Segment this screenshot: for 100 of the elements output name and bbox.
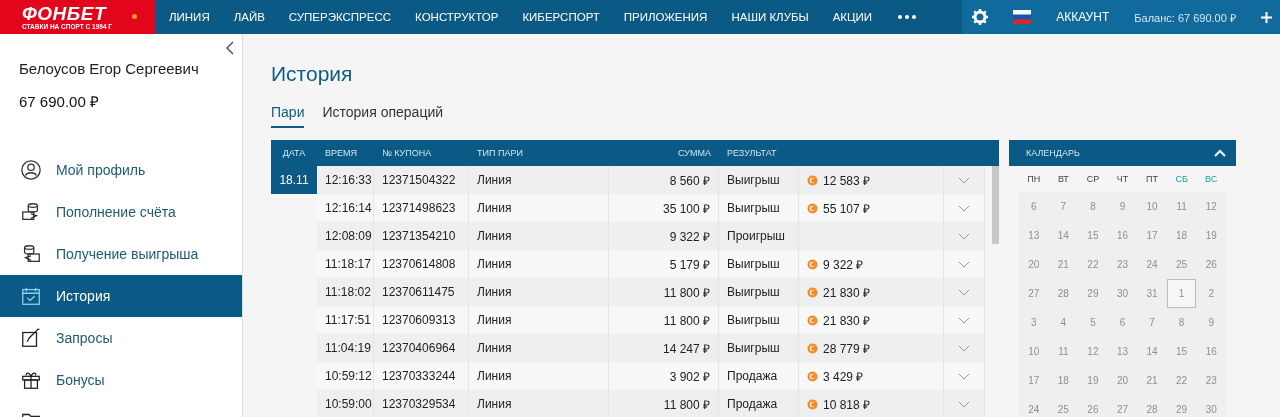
sidebar-item[interactable]: Запросы xyxy=(0,317,242,359)
chevron-down-icon[interactable] xyxy=(958,288,970,296)
nav-link[interactable]: ЛИНИЯ xyxy=(157,11,222,23)
calendar-day[interactable]: 11 xyxy=(1048,337,1079,366)
chevron-down-icon[interactable] xyxy=(958,400,970,408)
nav-link[interactable]: СУПЕРЭКСПРЕСС xyxy=(276,11,404,23)
sidebar-item[interactable]: Мой профиль xyxy=(0,149,242,191)
tab[interactable]: История операций xyxy=(322,104,444,128)
tab[interactable]: Пари xyxy=(271,104,305,128)
calendar-day[interactable]: 13 xyxy=(1019,221,1049,250)
calendar-day[interactable]: 27 xyxy=(1019,279,1049,308)
calendar-day[interactable]: 26 xyxy=(1196,250,1226,279)
calendar-check-icon xyxy=(20,285,42,307)
calendar-day[interactable]: 30 xyxy=(1107,279,1138,308)
nav-link[interactable]: НАШИ КЛУБЫ xyxy=(719,11,821,23)
calendar-day[interactable]: 23 xyxy=(1107,250,1138,279)
nav-link[interactable]: ПРИЛОЖЕНИЯ xyxy=(611,11,720,23)
calendar-day[interactable]: 7 xyxy=(1048,192,1079,221)
calendar-day[interactable]: 15 xyxy=(1078,221,1108,250)
calendar-day[interactable]: 6 xyxy=(1019,192,1049,221)
table-cell: Линия xyxy=(469,334,609,362)
calendar-day[interactable]: 12 xyxy=(1196,192,1226,221)
calendar-day[interactable]: 15 xyxy=(1166,337,1197,366)
calendar-day[interactable]: 2 xyxy=(1196,279,1226,308)
nav-link[interactable]: ЛАЙВ xyxy=(221,11,277,23)
table-cell: 11:18:02 xyxy=(317,278,374,306)
flag-icon[interactable] xyxy=(1013,10,1032,24)
calendar-day[interactable]: 18 xyxy=(1166,221,1197,250)
calendar-day[interactable]: 5 xyxy=(1078,308,1108,337)
calendar-day[interactable]: 14 xyxy=(1048,221,1079,250)
calendar-day[interactable]: 20 xyxy=(1107,366,1138,395)
sidebar-item[interactable]: Получение выигрыша xyxy=(0,233,242,275)
calendar-day[interactable]: 28 xyxy=(1048,279,1079,308)
calendar-day[interactable]: 10 xyxy=(1137,192,1167,221)
calendar-day[interactable]: 8 xyxy=(1078,192,1108,221)
weekday-label: ПТ xyxy=(1145,174,1160,184)
calendar-day[interactable]: 25 xyxy=(1166,250,1197,279)
scrollbar[interactable] xyxy=(992,166,999,244)
calendar-day[interactable]: 3 xyxy=(1019,308,1049,337)
sidebar-item[interactable]: Бонусы xyxy=(0,359,242,401)
calendar-day[interactable]: 1 xyxy=(1166,279,1197,308)
chevron-down-icon[interactable] xyxy=(958,204,970,212)
calendar-day[interactable]: 14 xyxy=(1137,337,1167,366)
chevron-down-icon[interactable] xyxy=(958,372,970,380)
calendar-day[interactable]: 23 xyxy=(1196,366,1226,395)
nav-link[interactable]: КОНСТРУКТОР xyxy=(403,11,511,23)
plus-icon[interactable] xyxy=(1260,11,1272,23)
calendar-day[interactable]: 10 xyxy=(1019,337,1049,366)
calendar-day[interactable]: 22 xyxy=(1166,366,1197,395)
calendar-day[interactable]: 18 xyxy=(1048,366,1079,395)
edit-icon xyxy=(20,327,42,349)
calendar-day[interactable]: 20 xyxy=(1019,250,1049,279)
calendar-day[interactable]: 17 xyxy=(1137,221,1167,250)
calendar-day[interactable]: 21 xyxy=(1137,366,1167,395)
chevron-down-icon[interactable] xyxy=(958,316,970,324)
chevron-down-icon[interactable] xyxy=(958,176,970,184)
table-cell: 11 800 ₽ xyxy=(609,278,719,306)
calendar-day[interactable]: 25 xyxy=(1048,395,1079,417)
account-link[interactable]: АККАУНТ xyxy=(1056,10,1110,24)
calendar-day[interactable]: 27 xyxy=(1107,395,1138,417)
calendar-day[interactable]: 13 xyxy=(1107,337,1138,366)
calendar-day[interactable]: 6 xyxy=(1107,308,1138,337)
calendar-day[interactable]: 12 xyxy=(1078,337,1108,366)
more-icon[interactable] xyxy=(898,15,917,19)
calendar-day[interactable]: 16 xyxy=(1107,221,1138,250)
calendar-day[interactable]: 24 xyxy=(1137,250,1167,279)
calendar-day[interactable]: 7 xyxy=(1137,308,1167,337)
settings-icon[interactable] xyxy=(972,9,988,25)
calendar-day[interactable]: 28 xyxy=(1137,395,1167,417)
calendar-day[interactable]: 29 xyxy=(1166,395,1197,417)
calendar-day[interactable]: 17 xyxy=(1019,366,1049,395)
calendar-day[interactable]: 22 xyxy=(1078,250,1108,279)
nav-link[interactable]: КИБЕРСПОРТ xyxy=(510,11,612,23)
sidebar-item[interactable]: Пополнение счёта xyxy=(0,191,242,233)
chevron-up-icon[interactable] xyxy=(1214,149,1226,157)
calendar-day[interactable]: 19 xyxy=(1196,221,1226,250)
weekday-label: СР xyxy=(1085,174,1101,184)
calendar-day[interactable]: 26 xyxy=(1078,395,1108,417)
chevron-down-icon[interactable] xyxy=(958,232,970,240)
column-header: ТИП ПАРИ xyxy=(476,148,524,158)
chevron-down-icon[interactable] xyxy=(958,344,970,352)
calendar-day[interactable]: 11 xyxy=(1166,192,1197,221)
calendar-day[interactable]: 31 xyxy=(1137,279,1167,308)
collapse-icon[interactable] xyxy=(225,41,234,55)
calendar-day[interactable]: 30 xyxy=(1196,395,1226,417)
logo-text: ФОНБЕТ xyxy=(22,4,107,23)
calendar-day[interactable]: 21 xyxy=(1048,250,1079,279)
nav-link[interactable]: АКЦИИ xyxy=(820,11,885,23)
calendar-day[interactable]: 16 xyxy=(1196,337,1226,366)
calendar-day[interactable]: 19 xyxy=(1078,366,1108,395)
calendar-day[interactable]: 9 xyxy=(1107,192,1138,221)
calendar-day[interactable]: 8 xyxy=(1166,308,1197,337)
calendar-day[interactable]: 4 xyxy=(1048,308,1079,337)
calendar-day[interactable]: 9 xyxy=(1196,308,1226,337)
sidebar-item[interactable]: История xyxy=(0,275,242,317)
weekday-label: ВС xyxy=(1204,174,1219,184)
chevron-down-icon[interactable] xyxy=(958,260,970,268)
column-header: ВРЕМЯ xyxy=(324,148,358,158)
calendar-day[interactable]: 24 xyxy=(1019,395,1049,417)
calendar-day[interactable]: 29 xyxy=(1078,279,1108,308)
